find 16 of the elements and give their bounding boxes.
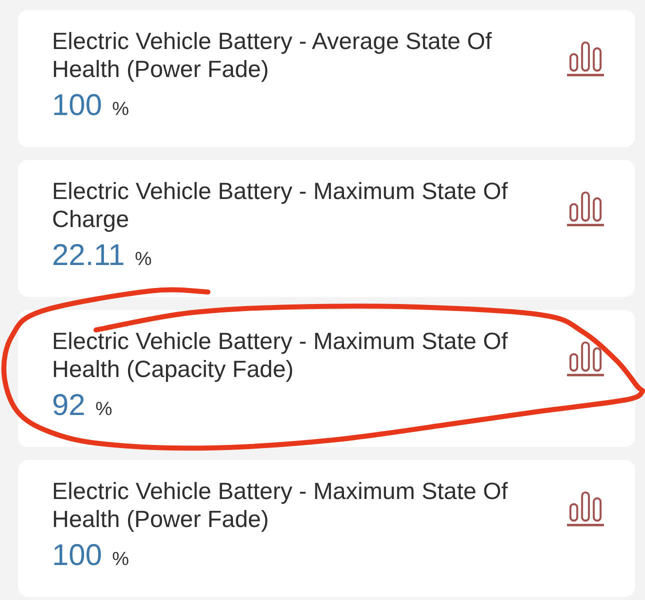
metric-value: 100 bbox=[52, 539, 102, 573]
bar-chart-icon[interactable] bbox=[567, 39, 604, 77]
unit-label: % bbox=[95, 398, 112, 422]
bar-chart-icon[interactable] bbox=[567, 489, 604, 527]
metric-title: Electric Vehicle Battery - Average State Of Health (Power Fade) bbox=[52, 27, 493, 83]
metric-title: Electric Vehicle Battery - Maximum State Of Health (Power Fade) bbox=[52, 477, 509, 533]
metric-value: 100 bbox=[52, 89, 102, 123]
unit-label: % bbox=[112, 548, 129, 572]
metric-value: 92 bbox=[52, 389, 86, 423]
metric-title: Electric Vehicle Battery - Maximum State Of Health (Capacity Fade) bbox=[52, 327, 509, 383]
metric-title: Electric Vehicle Battery - Maximum State Of Charge bbox=[52, 177, 509, 233]
bar-chart-icon[interactable] bbox=[567, 339, 604, 377]
unit-label: % bbox=[134, 248, 152, 272]
bar-chart-icon[interactable] bbox=[567, 189, 604, 227]
metric-value: 22.11 bbox=[52, 239, 125, 273]
unit-label: % bbox=[112, 98, 129, 122]
